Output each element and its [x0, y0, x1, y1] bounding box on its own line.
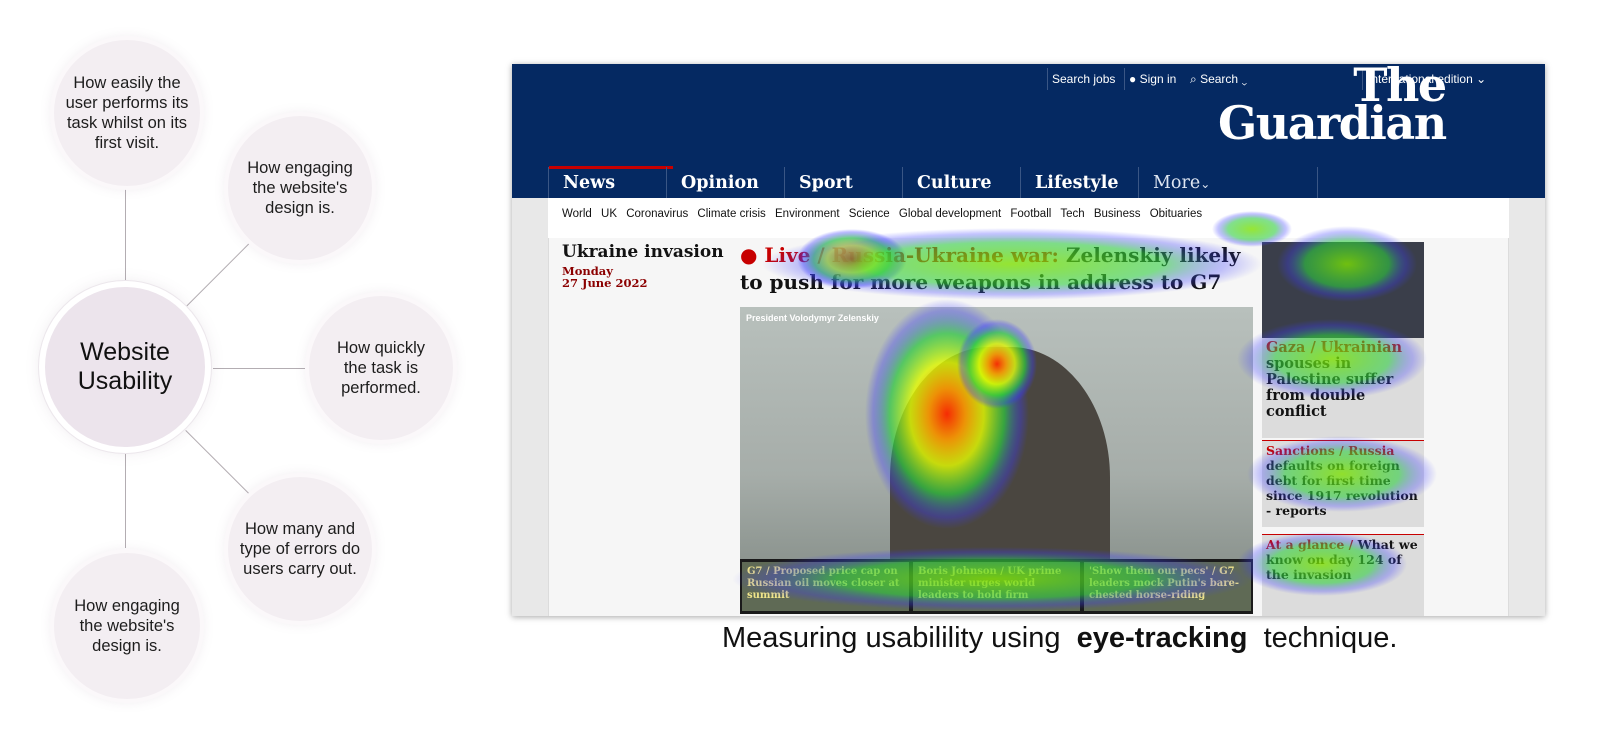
logo-line2: Guardian	[1218, 96, 1447, 150]
center-node-website-usability: Website Usability	[45, 287, 205, 447]
sub-story-card[interactable]: G7 / Proposed price cap on Russian oil m…	[742, 562, 909, 611]
node-engaging-design-2: How engaging the website's design is.	[54, 553, 200, 699]
sublink[interactable]: Business	[1094, 208, 1141, 220]
sub-story-card[interactable]: 'Show them our pecs' / G7 leaders mock P…	[1084, 562, 1251, 611]
story-kicker: Gaza / Ukrainian	[1266, 339, 1403, 356]
guardian-header: Search jobs ● Sign in ⌕ Search ⌄ Interna…	[512, 64, 1545, 198]
sublink[interactable]: Global development	[899, 208, 1001, 220]
chevron-down-icon: ⌄	[1200, 177, 1211, 191]
sign-in-link[interactable]: ● Sign in	[1129, 72, 1176, 86]
caption-bold: eye-tracking	[1076, 622, 1248, 654]
node-label: How easily the user performs its task wh…	[65, 74, 189, 152]
headline-kicker: Live / Russia-Ukraine war:	[764, 243, 1059, 267]
right-story-3[interactable]: At a glance / What we know on day 124 of…	[1262, 534, 1424, 616]
section-date: Monday 27 June 2022	[562, 265, 648, 289]
right-story-1[interactable]: Gaza / Ukrainian spouses in Palestine su…	[1262, 338, 1424, 438]
connector-line	[186, 239, 254, 307]
story-title: defaults on foreign debt for first time …	[1266, 458, 1418, 518]
sublink[interactable]: World	[562, 208, 592, 220]
story-kicker: At a glance /	[1266, 537, 1354, 552]
sublink[interactable]: Obituaries	[1150, 208, 1202, 220]
connector-line	[124, 185, 126, 282]
story-thumbnail[interactable]	[1262, 242, 1424, 338]
nav-sport[interactable]: Sport	[784, 167, 902, 198]
story-kicker: Sanctions / Russia	[1266, 443, 1395, 458]
connector-line	[213, 368, 305, 370]
sublink[interactable]: Climate crisis	[697, 208, 765, 220]
sign-in-label: Sign in	[1139, 72, 1177, 86]
node-label: How many and type of errors do users car…	[239, 520, 361, 578]
live-icon: ●	[740, 243, 758, 267]
node-label: How quickly the task is performed.	[336, 339, 426, 397]
caption-suffix: technique.	[1263, 622, 1398, 654]
sublink[interactable]: Tech	[1060, 208, 1084, 220]
guardian-logo[interactable]: The Guardian	[1218, 64, 1447, 150]
center-label: Website Usability	[77, 338, 173, 395]
main-headline[interactable]: ● Live / Russia-Ukraine war: Zelenskiy l…	[740, 242, 1260, 296]
nav-more-label: More	[1153, 173, 1201, 193]
sublink[interactable]: Coronavirus	[626, 208, 688, 220]
caption-prefix: Measuring usabilility using	[722, 622, 1061, 654]
usability-diagram: Website Usability How easily the user pe…	[0, 0, 470, 733]
nav-more[interactable]: More⌄	[1138, 167, 1318, 198]
chevron-down-icon: ⌄	[1476, 72, 1487, 86]
nav-lifestyle[interactable]: Lifestyle	[1020, 167, 1138, 198]
node-task-speed: How quickly the task is performed.	[309, 296, 453, 440]
section-title[interactable]: Ukraine invasion	[562, 242, 724, 262]
divider	[1047, 68, 1048, 90]
connector-line	[124, 452, 126, 548]
node-label: How engaging the website's design is.	[74, 597, 180, 655]
node-first-visit: How easily the user performs its task wh…	[54, 40, 200, 186]
story-title: spouses in Palestine suffer from double …	[1266, 355, 1394, 420]
figure-caption: Measuring usabilility using eye-tracking…	[722, 622, 1397, 655]
main-nav: News Opinion Sport Culture Lifestyle Mor…	[548, 166, 1318, 198]
sublink[interactable]: Science	[849, 208, 890, 220]
nav-culture[interactable]: Culture	[902, 167, 1020, 198]
guardian-screenshot: Search jobs ● Sign in ⌕ Search ⌄ Interna…	[512, 64, 1545, 616]
right-story-2[interactable]: Sanctions / Russia defaults on foreign d…	[1262, 440, 1424, 527]
search-jobs-link[interactable]: Search jobs	[1052, 72, 1115, 86]
sublink[interactable]: Football	[1010, 208, 1051, 220]
sub-story-card[interactable]: Boris Johnson / UK prime minister urges …	[913, 562, 1080, 611]
node-engaging-design: How engaging the website's design is.	[228, 116, 372, 260]
nav-news[interactable]: News	[548, 166, 673, 198]
sub-nav: World UK Coronavirus Climate crisis Envi…	[548, 198, 1509, 239]
photo-caption: President Volodymyr Zelenskiy	[746, 313, 879, 323]
sublink[interactable]: UK	[601, 208, 617, 220]
nav-opinion[interactable]: Opinion	[666, 167, 784, 198]
connector-line	[185, 430, 252, 496]
user-icon: ●	[1129, 72, 1137, 86]
node-errors: How many and type of errors do users car…	[228, 477, 372, 621]
sublink[interactable]: Environment	[775, 208, 840, 220]
search-icon: ⌕	[1190, 72, 1197, 86]
divider	[1124, 68, 1125, 90]
node-label: How engaging the website's design is.	[247, 159, 353, 217]
date-label: 27 June 2022	[562, 276, 648, 290]
sub-stories: G7 / Proposed price cap on Russian oil m…	[740, 559, 1253, 614]
